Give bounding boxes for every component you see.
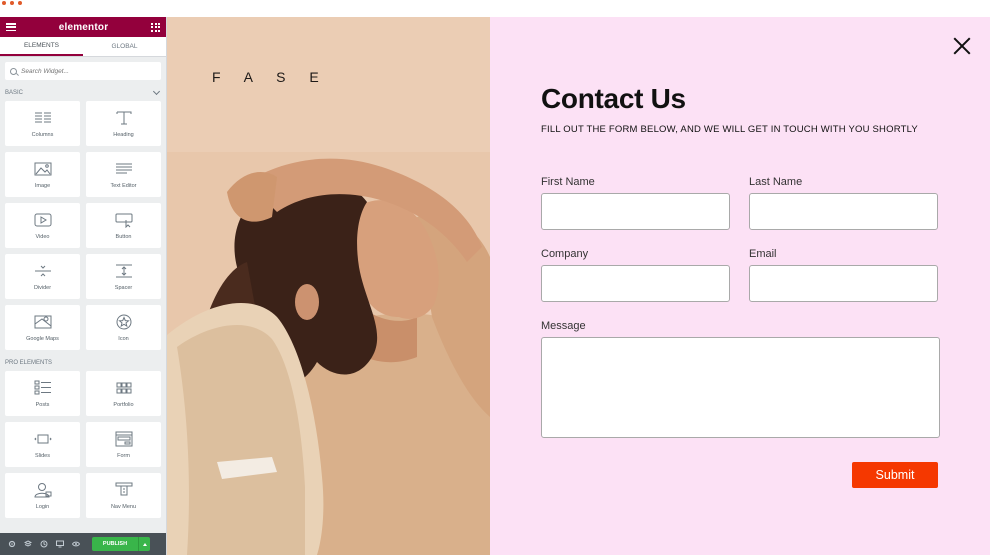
hamburger-menu-icon[interactable]	[6, 23, 16, 31]
tab-elements[interactable]: ELEMENTS	[0, 37, 83, 56]
navigator-layers-icon[interactable]	[20, 533, 36, 555]
video-icon	[34, 213, 51, 226]
columns-icon	[34, 112, 51, 122]
widgets-grid-icon[interactable]	[151, 22, 160, 32]
message-label: Message	[541, 320, 586, 332]
slides-icon	[33, 434, 52, 443]
first-name-field[interactable]	[541, 193, 730, 230]
widget-posts[interactable]: Posts	[5, 371, 80, 416]
widget-nav-menu[interactable]: Nav Menu	[86, 473, 161, 518]
window-dot	[18, 1, 22, 5]
widget-icon[interactable]: Icon	[86, 305, 161, 350]
divider-icon	[34, 265, 51, 276]
widget-google-maps[interactable]: Google Maps	[5, 305, 80, 350]
image-icon	[34, 162, 51, 175]
widget-label: Text Editor	[110, 182, 137, 189]
widget-label: Spacer	[114, 284, 133, 291]
email-field[interactable]	[749, 265, 938, 302]
basic-section-header[interactable]: BASIC	[0, 85, 166, 101]
widget-button[interactable]: Button	[86, 203, 161, 248]
widget-label: Icon	[118, 335, 129, 342]
responsive-desktop-icon[interactable]	[52, 533, 68, 555]
window-dot	[2, 1, 6, 5]
widget-label: Columns	[31, 131, 54, 138]
company-label: Company	[541, 248, 589, 260]
search-icon	[10, 67, 17, 75]
text-editor-icon	[115, 163, 132, 173]
elementor-sidebar: elementor ELEMENTS GLOBAL BASIC Columns …	[0, 17, 167, 555]
submit-button[interactable]: Submit	[852, 462, 938, 488]
portfolio-icon	[116, 382, 131, 393]
basic-section-label: BASIC	[5, 90, 24, 96]
widget-image[interactable]: Image	[5, 152, 80, 197]
widget-label: Divider	[33, 284, 52, 291]
preview-eye-icon[interactable]	[68, 533, 84, 555]
widget-columns[interactable]: Columns	[5, 101, 80, 146]
widget-label: Form	[117, 452, 130, 459]
last-name-field[interactable]	[749, 193, 938, 230]
star-icon	[116, 314, 131, 329]
form-subtitle: FILL OUT THE FORM BELOW, AND WE WILL GET…	[541, 124, 918, 135]
sidebar-tabs: ELEMENTS GLOBAL	[0, 37, 166, 57]
publish-options-button[interactable]	[138, 537, 150, 551]
message-field[interactable]	[541, 337, 940, 438]
widget-heading[interactable]: Heading	[86, 101, 161, 146]
widget-video[interactable]: Video	[5, 203, 80, 248]
widget-label: Nav Menu	[110, 503, 137, 510]
widget-portfolio[interactable]: Portfolio	[86, 371, 161, 416]
widget-label: Google Maps	[26, 335, 59, 342]
spacer-icon	[115, 264, 132, 277]
widget-login[interactable]: Login	[5, 473, 80, 518]
tab-global[interactable]: GLOBAL	[83, 37, 166, 56]
widget-text-editor[interactable]: Text Editor	[86, 152, 161, 197]
widget-label: Video	[35, 233, 50, 240]
window-dot	[10, 1, 14, 5]
widget-slides[interactable]: Slides	[5, 422, 80, 467]
heading-icon	[116, 111, 131, 124]
login-icon	[33, 482, 51, 497]
browser-top-strip	[0, 0, 990, 17]
settings-gear-icon[interactable]	[4, 533, 20, 555]
sidebar-title: elementor	[58, 21, 109, 33]
sidebar-footer: PUBLISH	[0, 533, 166, 555]
widget-form[interactable]: Form	[86, 422, 161, 467]
caret-up-icon	[142, 542, 147, 546]
pro-section-header[interactable]: PRO ELEMENTS	[0, 355, 166, 371]
pro-widgets-grid: Posts Portfolio Slides Form Login Nav Me…	[0, 371, 166, 518]
hero-photo: F A S E	[167, 17, 490, 555]
pro-section-label: PRO ELEMENTS	[5, 360, 53, 366]
company-field[interactable]	[541, 265, 730, 302]
search-widget-input[interactable]	[21, 67, 151, 75]
widget-spacer[interactable]: Spacer	[86, 254, 161, 299]
brand-logo: F A S E	[212, 69, 329, 85]
contact-popup: Contact Us FILL OUT THE FORM BELOW, AND …	[490, 17, 990, 555]
button-icon	[115, 213, 132, 228]
widget-label: Posts	[35, 401, 50, 408]
first-name-label: First Name	[541, 176, 595, 188]
form-icon	[115, 431, 132, 446]
email-label: Email	[749, 248, 777, 260]
woman-with-hat-illustration	[167, 17, 490, 555]
posts-icon	[34, 380, 51, 394]
map-icon	[34, 315, 51, 328]
widget-label: Image	[34, 182, 51, 189]
sidebar-header: elementor	[0, 17, 166, 37]
last-name-label: Last Name	[749, 176, 803, 188]
widget-divider[interactable]: Divider	[5, 254, 80, 299]
widget-label: Login	[35, 503, 50, 510]
chevron-down-icon	[152, 87, 161, 96]
widget-label: Slides	[35, 452, 50, 459]
close-icon[interactable]	[953, 37, 971, 55]
form-title: Contact Us	[541, 83, 686, 114]
widget-label: Button	[115, 233, 132, 240]
widget-label: Heading	[113, 131, 134, 138]
history-icon[interactable]	[36, 533, 52, 555]
publish-button[interactable]: PUBLISH	[92, 537, 138, 551]
widget-search	[5, 62, 161, 80]
basic-widgets-grid: Columns Heading Image Text Editor Video …	[0, 101, 166, 350]
widget-label: Portfolio	[113, 401, 134, 408]
nav-menu-icon	[115, 482, 132, 495]
